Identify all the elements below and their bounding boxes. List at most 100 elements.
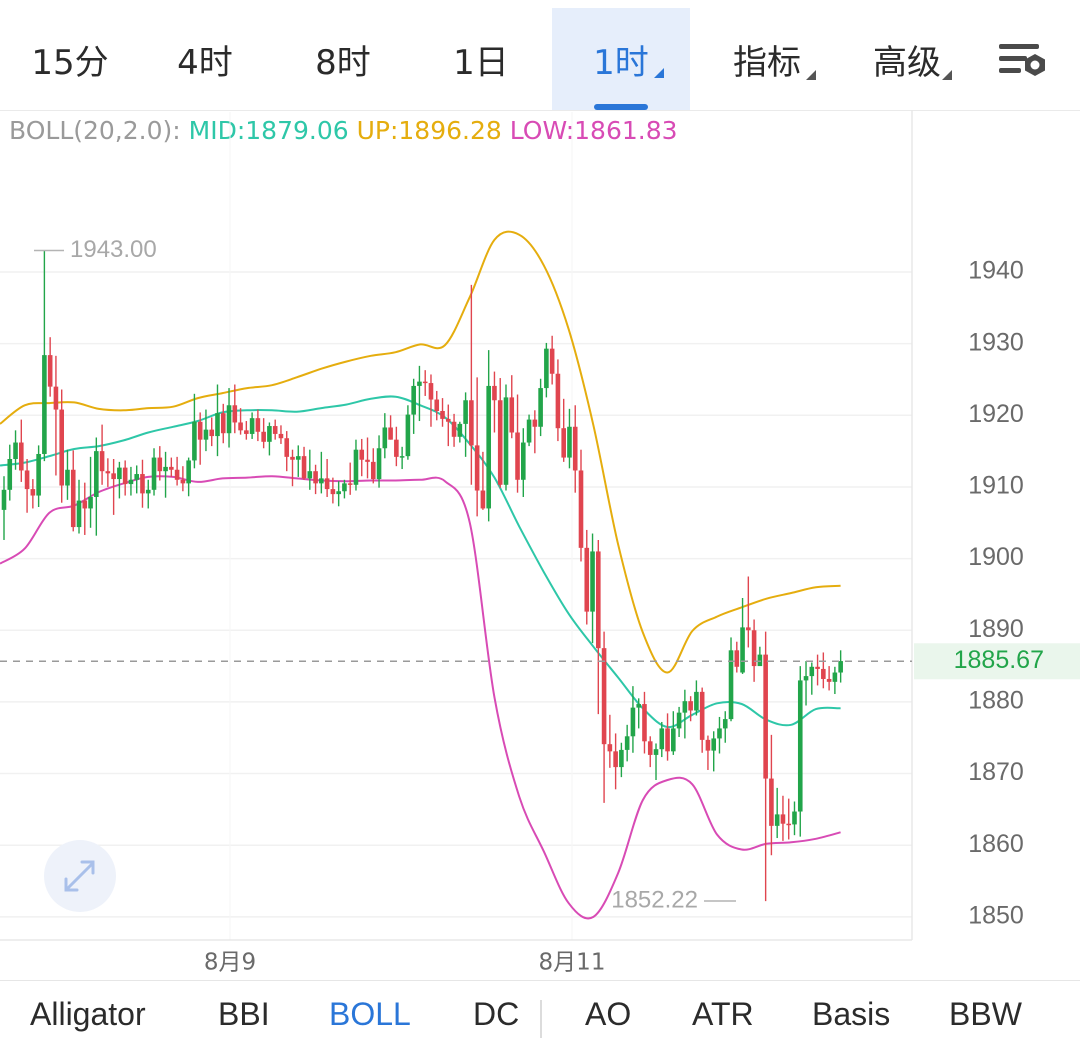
candle	[42, 250, 47, 462]
candle-body	[694, 691, 699, 711]
candle-body	[549, 348, 555, 374]
candle	[601, 631, 607, 803]
candle-body	[769, 778, 774, 826]
candle-body	[826, 678, 832, 682]
candle	[342, 479, 347, 499]
candle	[99, 424, 105, 485]
candle-body	[65, 469, 70, 486]
tab-15min[interactable]: 15分	[10, 8, 130, 110]
candle	[503, 384, 509, 491]
candle	[445, 404, 451, 447]
candle	[497, 378, 503, 488]
tab-indicators[interactable]: 指标	[712, 8, 822, 110]
candle	[826, 666, 832, 691]
tab-dc[interactable]: DC	[473, 996, 519, 1033]
tab-atr[interactable]: ATR	[692, 996, 754, 1033]
tab-bbw[interactable]: BBW	[949, 996, 1022, 1033]
tab-1h[interactable]: 1时	[552, 8, 690, 110]
candle-body	[538, 388, 543, 427]
candle	[659, 721, 665, 758]
candlestick-chart[interactable]: 1940 1930 1920 1910 1900 1890 1880 1870 1860 1850…	[0, 110, 1080, 980]
candle-body	[324, 478, 330, 490]
candle-body	[809, 666, 815, 677]
candle-body	[255, 418, 261, 432]
time-axis: 8月9 8月11	[204, 950, 606, 976]
expand-button[interactable]	[44, 840, 116, 912]
candle-body	[711, 738, 717, 751]
tab-label: 4时	[177, 42, 233, 83]
candle-body	[636, 704, 641, 708]
candle-body	[370, 461, 376, 480]
candle-body	[140, 474, 145, 494]
candle-body	[469, 400, 474, 446]
candle	[786, 798, 792, 840]
tab-alligator[interactable]: Alligator	[30, 996, 146, 1033]
candle	[613, 733, 618, 790]
tab-4h[interactable]: 4时	[150, 8, 260, 110]
candle-body	[699, 691, 705, 740]
candle	[347, 462, 353, 495]
candle-body	[180, 479, 186, 484]
candle	[746, 576, 751, 648]
candle	[267, 422, 272, 456]
tab-label: 15分	[31, 42, 109, 83]
candle-body	[215, 413, 220, 437]
candle	[59, 389, 64, 503]
candle	[532, 410, 538, 454]
tab-1d[interactable]: 1日	[426, 8, 536, 110]
candle-body	[838, 661, 843, 673]
candle	[411, 378, 416, 434]
candle-body	[267, 426, 272, 442]
candle-body	[151, 457, 157, 490]
tab-basis[interactable]: Basis	[812, 996, 890, 1033]
candle-body	[786, 823, 792, 826]
candle	[140, 459, 145, 508]
candle-body	[509, 397, 515, 433]
tab-bbi[interactable]: BBI	[218, 996, 270, 1033]
candle-body	[561, 428, 566, 458]
candle-body	[319, 478, 324, 484]
candle-body	[278, 433, 284, 439]
candle-body	[197, 421, 203, 440]
candle-body	[244, 430, 249, 434]
tab-label: AO	[585, 996, 632, 1032]
candle	[457, 421, 463, 443]
candle-body	[249, 418, 255, 434]
candle	[394, 426, 399, 467]
candle	[809, 662, 815, 695]
candle	[370, 448, 376, 484]
tab-label: Basis	[812, 996, 891, 1032]
candle-body	[134, 474, 140, 480]
candle-body	[94, 451, 99, 497]
tab-ao[interactable]: AO	[585, 996, 631, 1033]
candle-body	[301, 456, 307, 479]
candle-body	[578, 470, 584, 548]
tab-label: DC	[473, 996, 520, 1032]
tab-boll[interactable]: BOLL	[329, 996, 411, 1033]
candle-body	[284, 438, 290, 457]
candle-body	[515, 432, 520, 480]
candle	[642, 691, 647, 754]
candle-body	[497, 400, 503, 485]
candle-body	[36, 453, 41, 496]
candle-body	[24, 470, 30, 490]
candle-body	[342, 483, 347, 492]
candle-body	[19, 442, 24, 471]
candle-body	[434, 399, 440, 412]
tab-label: BBI	[218, 996, 270, 1032]
candle	[117, 461, 122, 499]
candle-body	[394, 439, 399, 457]
tab-advanced[interactable]: 高级	[852, 8, 962, 110]
high-marker: 1943.00	[34, 236, 157, 263]
candle-body	[82, 500, 88, 509]
chart-settings-gear-icon[interactable]	[994, 38, 1054, 88]
tab-8h[interactable]: 8时	[288, 8, 398, 110]
candle-body	[705, 739, 711, 751]
candle-body	[111, 473, 116, 480]
candle	[94, 437, 99, 536]
candle-body	[307, 471, 313, 479]
candle	[486, 350, 491, 522]
candle-body	[209, 429, 215, 437]
candle-body	[774, 814, 780, 826]
candle-body	[717, 728, 722, 739]
